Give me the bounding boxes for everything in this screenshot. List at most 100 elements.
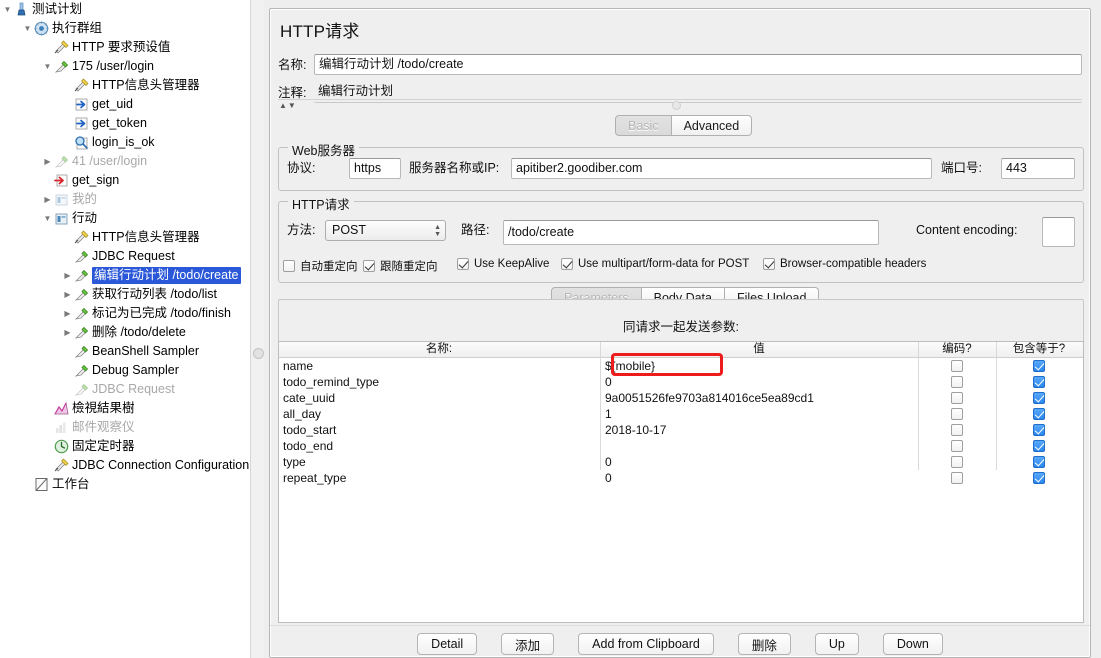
cell-name[interactable]: all_day <box>283 406 321 422</box>
tree-item[interactable]: 获取行动列表 /todo/list <box>0 285 250 304</box>
cell-include-equals-checkbox[interactable] <box>1033 360 1045 372</box>
cell-name[interactable]: name <box>283 358 313 374</box>
cell-name[interactable]: todo_start <box>283 422 336 438</box>
table-row[interactable]: repeat_type 0 <box>279 470 1083 486</box>
path-input[interactable]: /todo/create <box>503 220 879 245</box>
tree-item[interactable]: JDBC Request <box>0 380 250 399</box>
collapse-toggle-icon[interactable]: ▲▼ <box>279 101 297 110</box>
tree-toggle-closed-icon[interactable] <box>62 266 73 285</box>
panel-grip-icon[interactable] <box>672 101 681 110</box>
name-input[interactable]: 编辑行动计划 /todo/create <box>314 54 1082 75</box>
table-row[interactable]: todo_remind_type 0 <box>279 374 1083 390</box>
cell-include-equals-checkbox[interactable] <box>1033 440 1045 452</box>
parameters-table[interactable]: 名称: 值 编码? 包含等于? name ${mobile} todo_remind… <box>278 341 1084 623</box>
column-header-name[interactable]: 名称: <box>279 342 599 357</box>
button-add-from-clipboard[interactable]: Add from Clipboard <box>578 633 714 655</box>
button-down[interactable]: Down <box>882 633 943 655</box>
table-row[interactable]: todo_end <box>279 438 1083 454</box>
cell-encode-checkbox[interactable] <box>951 376 963 388</box>
cell-name[interactable]: todo_end <box>283 438 333 454</box>
cell-value[interactable]: 0 <box>605 374 612 390</box>
cell-include-equals-checkbox[interactable] <box>1033 424 1045 436</box>
option-checkbox-row[interactable]: Use multipart/form-data for POST <box>561 258 749 270</box>
checkbox-icon[interactable] <box>457 258 469 270</box>
cell-include-equals-checkbox[interactable] <box>1033 408 1045 420</box>
column-header-value[interactable]: 值 <box>601 342 917 357</box>
tree-item[interactable]: 固定定时器 <box>0 437 250 456</box>
cell-name[interactable]: todo_remind_type <box>283 374 379 390</box>
cell-encode-checkbox[interactable] <box>951 440 963 452</box>
option-checkbox-row[interactable]: Use KeepAlive <box>457 258 549 270</box>
tree-item[interactable]: BeanShell Sampler <box>0 342 250 361</box>
cell-include-equals-checkbox[interactable] <box>1033 392 1045 404</box>
tree-item[interactable]: 41 /user/login <box>0 152 250 171</box>
table-row[interactable]: name ${mobile} <box>279 358 1083 374</box>
button-[interactable]: 删除 <box>737 633 791 655</box>
content-encoding-input[interactable] <box>1042 217 1075 247</box>
tree-item[interactable]: HTTP信息头管理器 <box>0 76 250 95</box>
cell-value[interactable]: ${mobile} <box>605 358 655 374</box>
tree-item[interactable]: 工作台 <box>0 475 250 494</box>
button-up[interactable]: Up <box>814 633 859 655</box>
tree-item[interactable]: 檢視結果樹 <box>0 399 250 418</box>
tree-item[interactable]: get_uid <box>0 95 250 114</box>
checkbox-icon[interactable] <box>763 258 775 270</box>
table-row[interactable]: cate_uuid 9a0051526fe9703a814016ce5ea89cd… <box>279 390 1083 406</box>
protocol-input[interactable]: https <box>349 158 401 179</box>
tree-item[interactable]: Debug Sampler <box>0 361 250 380</box>
table-row[interactable]: type 0 <box>279 454 1083 470</box>
cell-name[interactable]: type <box>283 454 306 470</box>
cell-encode-checkbox[interactable] <box>951 456 963 468</box>
cell-encode-checkbox[interactable] <box>951 392 963 404</box>
tree-toggle-open-icon[interactable] <box>42 209 53 228</box>
tree-toggle-open-icon[interactable] <box>2 0 13 19</box>
tree-item[interactable]: 编辑行动计划 /todo/create <box>0 266 250 285</box>
cell-encode-checkbox[interactable] <box>951 424 963 436</box>
cell-value[interactable]: 0 <box>605 470 612 486</box>
tree-item[interactable]: 175 /user/login <box>0 57 250 76</box>
tree-item[interactable]: 执行群组 <box>0 19 250 38</box>
cell-include-equals-checkbox[interactable] <box>1033 376 1045 388</box>
table-body[interactable]: name ${mobile} todo_remind_type 0 cate_uuid 9… <box>279 342 1083 486</box>
tree-toggle-closed-icon[interactable] <box>42 190 53 209</box>
tree-item[interactable]: HTTP信息头管理器 <box>0 228 250 247</box>
option-checkbox-row[interactable]: 跟随重定向 <box>363 258 438 274</box>
pane-splitter[interactable] <box>250 0 265 658</box>
tree-item[interactable]: 删除 /todo/delete <box>0 323 250 342</box>
tree-item[interactable]: HTTP 要求预设值 <box>0 38 250 57</box>
cell-value[interactable]: 0 <box>605 454 612 470</box>
tree-item[interactable]: get_sign <box>0 171 250 190</box>
tree-toggle-closed-icon[interactable] <box>62 285 73 304</box>
tree-item[interactable]: get_token <box>0 114 250 133</box>
button-detail[interactable]: Detail <box>417 633 478 655</box>
cell-include-equals-checkbox[interactable] <box>1033 472 1045 484</box>
cell-encode-checkbox[interactable] <box>951 360 963 372</box>
cell-value[interactable]: 9a0051526fe9703a814016ce5ea89cd1 <box>605 390 814 406</box>
button-[interactable]: 添加 <box>501 633 555 655</box>
tab-basic[interactable]: Basic <box>615 115 672 136</box>
checkbox-icon[interactable] <box>363 260 375 272</box>
tree-toggle-open-icon[interactable] <box>42 57 53 76</box>
cell-value[interactable]: 1 <box>605 406 612 422</box>
checkbox-icon[interactable] <box>561 258 573 270</box>
tree-item[interactable]: JDBC Connection Configuration <box>0 456 250 475</box>
splitter-grip-icon[interactable] <box>253 348 264 359</box>
port-input[interactable]: 443 <box>1001 158 1075 179</box>
option-checkbox-row[interactable]: 自动重定向 <box>283 258 358 274</box>
tree-toggle-closed-icon[interactable] <box>62 323 73 342</box>
tab-advanced[interactable]: Advanced <box>671 115 753 136</box>
cell-name[interactable]: repeat_type <box>283 470 346 486</box>
cell-encode-checkbox[interactable] <box>951 408 963 420</box>
column-header-include-equals[interactable]: 包含等于? <box>997 342 1081 357</box>
test-plan-tree[interactable]: 测试计划执行群组 HTTP 要求预设值 175 /user/login HTTP信息头… <box>0 0 250 658</box>
mode-tab-bar[interactable]: Basic Advanced <box>615 115 753 136</box>
tree-item[interactable]: 标记为已完成 /todo/finish <box>0 304 250 323</box>
option-checkbox-row[interactable]: Browser-compatible headers <box>763 258 926 270</box>
checkbox-icon[interactable] <box>283 260 295 272</box>
table-row[interactable]: todo_start 2018-10-17 <box>279 422 1083 438</box>
tree-item[interactable]: JDBC Request <box>0 247 250 266</box>
table-row[interactable]: all_day 1 <box>279 406 1083 422</box>
method-select[interactable]: POST ▲ ▼ <box>325 220 446 241</box>
tree-item[interactable]: 行动 <box>0 209 250 228</box>
column-header-encode[interactable]: 编码? <box>919 342 995 357</box>
